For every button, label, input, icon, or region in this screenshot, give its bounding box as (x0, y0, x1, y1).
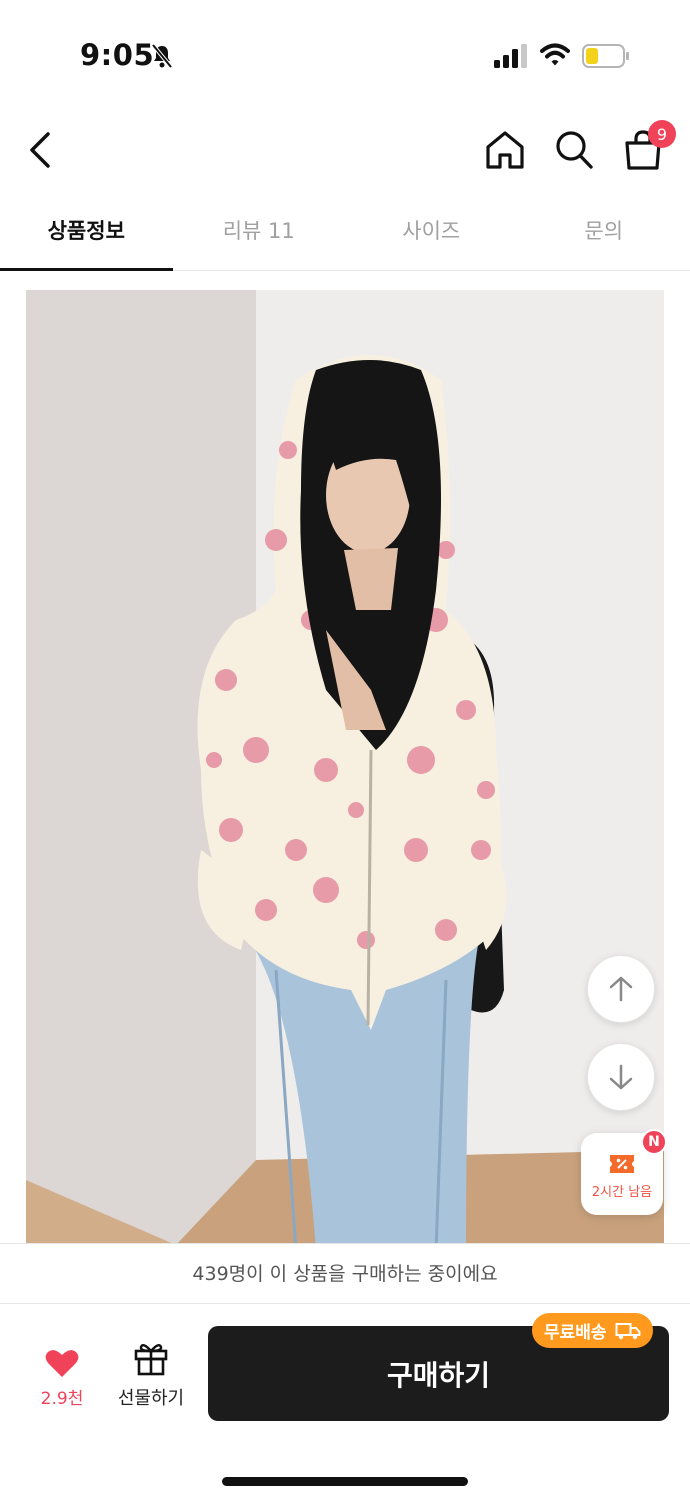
tab-reviews[interactable]: 리뷰 11 (173, 200, 346, 270)
top-nav (0, 110, 690, 190)
scroll-down-button[interactable] (587, 1043, 655, 1111)
tab-product-info[interactable]: 상품정보 (0, 200, 173, 271)
scroll-up-button[interactable] (587, 955, 655, 1023)
home-icon[interactable] (484, 128, 526, 172)
gift-button[interactable]: 선물하기 (108, 1340, 194, 1412)
back-icon[interactable] (24, 130, 58, 170)
status-bar: 9:05 (0, 0, 690, 100)
arrow-down-icon (609, 1064, 633, 1090)
coupon-icon (610, 1155, 634, 1173)
arrow-up-icon (609, 976, 633, 1002)
gift-icon (134, 1344, 168, 1376)
free-shipping-label: 무료배송 (544, 1323, 607, 1343)
live-buyers-notice: 439명이 이 상품을 구매하는 중이에요 (0, 1243, 690, 1304)
status-time: 9:05 (80, 38, 155, 72)
product-tabs: 상품정보 리뷰 11 사이즈 문의 (0, 200, 690, 271)
home-indicator (222, 1477, 468, 1486)
cart-count-badge: 9 (648, 120, 676, 148)
bell-slash-icon (151, 43, 173, 69)
gift-label: 선물하기 (117, 1388, 185, 1409)
tab-inquiry[interactable]: 문의 (518, 200, 690, 270)
like-count: 2.9천 (40, 1389, 84, 1409)
wifi-icon (540, 43, 570, 66)
free-shipping-badge: 무료배송 (532, 1313, 653, 1348)
coupon-new-badge: N (641, 1129, 667, 1155)
truck-icon (615, 1322, 641, 1339)
tab-size[interactable]: 사이즈 (345, 200, 518, 270)
battery-icon (582, 44, 629, 68)
product-photo[interactable] (26, 290, 664, 1245)
coupon-time-left: 2시간 남음 (591, 1185, 653, 1200)
heart-icon (45, 1350, 79, 1377)
like-button[interactable]: 2.9천 (26, 1342, 98, 1412)
search-icon[interactable] (553, 128, 595, 172)
signal-icon (494, 44, 527, 68)
